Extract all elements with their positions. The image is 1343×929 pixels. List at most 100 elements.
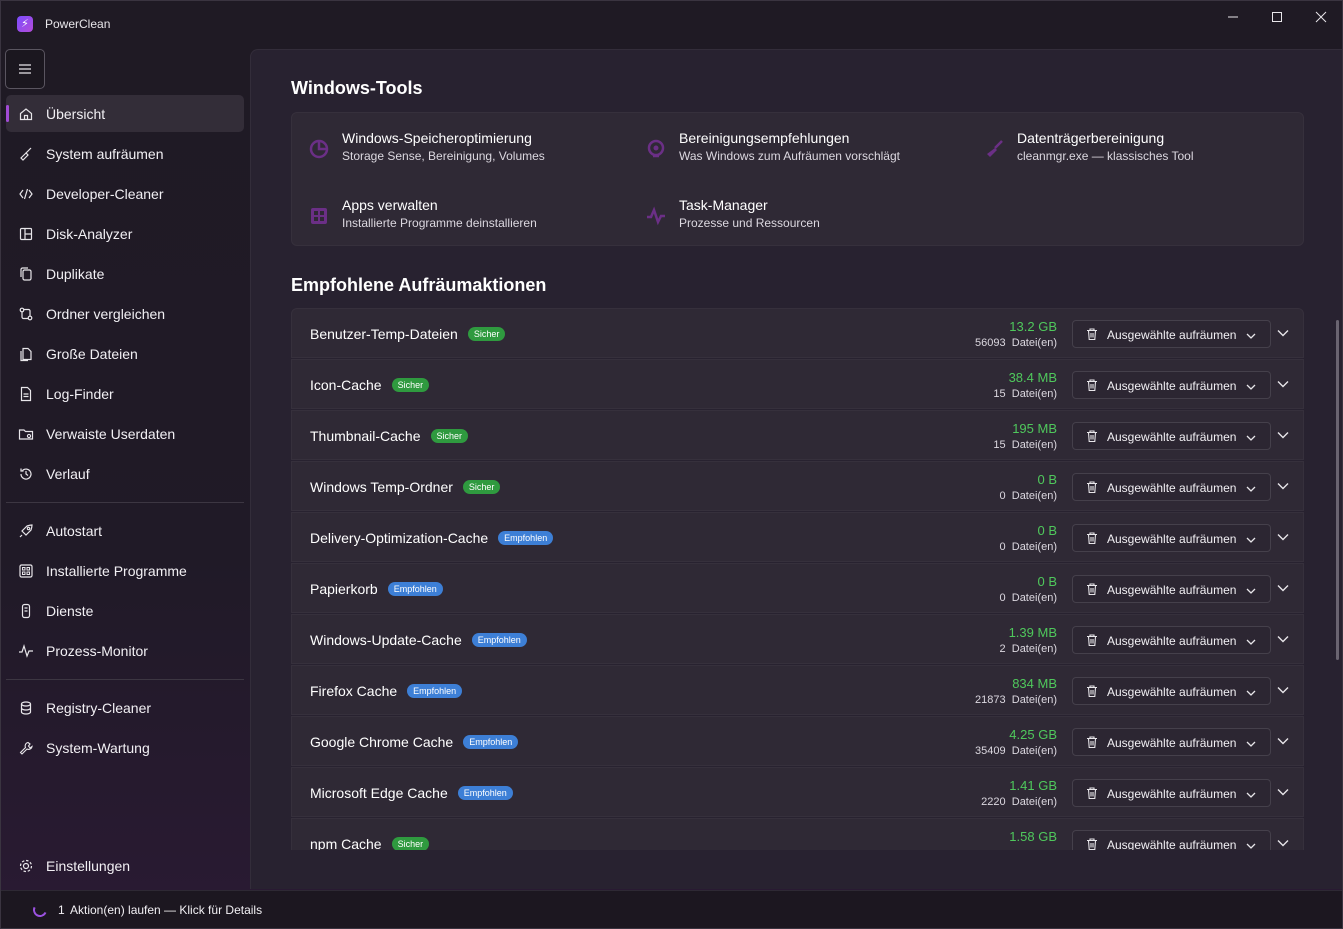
clean-selected-button[interactable]: Ausgewählte aufräumen — [1072, 320, 1271, 348]
clean-selected-button[interactable]: Ausgewählte aufräumen — [1072, 473, 1271, 501]
clean-selected-button[interactable]: Ausgewählte aufräumen — [1072, 677, 1271, 705]
cleanup-row[interactable]: Delivery-Optimization-Cache Empfohlen 0 B 0… — [291, 512, 1304, 562]
file-count-value: 21873 — [975, 694, 1006, 706]
chevron-down-icon[interactable] — [1245, 788, 1257, 806]
scrollbar[interactable] — [1336, 320, 1339, 660]
sidebar-item-label: Developer-Cleaner — [46, 185, 164, 202]
sidebar-item-grosse-dateien[interactable]: Große Dateien — [6, 335, 244, 372]
tool-broom[interactable]: Datenträgerbereinigung cleanmgr.exe — kla… — [983, 130, 1283, 170]
clean-selected-button[interactable]: Ausgewählte aufräumen — [1072, 575, 1271, 603]
cleanup-row[interactable]: Icon-Cache Sicher 38.4 MB 15 Datei(en) Ausge… — [291, 359, 1304, 409]
clean-selected-button[interactable]: Ausgewählte aufräumen — [1072, 371, 1271, 399]
expand-row-chevron-icon[interactable] — [1276, 530, 1290, 549]
cleanup-row-file-count: 35409 Datei(en) — [975, 745, 1057, 757]
database-icon — [18, 700, 34, 716]
sidebar-item-prozess-monitor[interactable]: Prozess-Monitor — [6, 632, 244, 669]
tool-pulse[interactable]: Task-Manager Prozesse und Ressourcen — [645, 197, 945, 237]
sidebar-item-developer-cleaner[interactable]: Developer-Cleaner — [6, 175, 244, 212]
sidebar-item-verlauf[interactable]: Verlauf — [6, 455, 244, 492]
expand-row-chevron-icon[interactable] — [1276, 479, 1290, 498]
cleanup-row[interactable]: Windows Temp-Ordner Sicher 0 B 0 Datei(en) A… — [291, 461, 1304, 511]
expand-row-chevron-icon[interactable] — [1276, 428, 1290, 447]
app-logo-icon: ⚡ — [17, 16, 33, 32]
cleanup-row[interactable]: Papierkorb Empfohlen 0 B 0 Datei(en) Ausgewä… — [291, 563, 1304, 613]
status-badge: Empfohlen — [407, 684, 463, 698]
cleanup-row-label: Google Chrome Cache — [310, 734, 454, 750]
expand-row-chevron-icon[interactable] — [1276, 683, 1290, 702]
cleanup-row[interactable]: npm Cache Sicher 1.58 GB Ausgewählte aufräu… — [291, 818, 1304, 850]
running-actions-text[interactable]: Aktion(en) laufen — Klick für Details — [70, 903, 262, 917]
tool-lightbulb[interactable]: Bereinigungsempfehlungen Was Windows zum … — [645, 130, 945, 170]
cleanup-actions-list[interactable]: Benutzer-Temp-Dateien Sicher 13.2 GB 56093 … — [291, 308, 1304, 850]
clean-selected-button[interactable]: Ausgewählte aufräumen — [1072, 626, 1271, 654]
expand-row-chevron-icon[interactable] — [1276, 632, 1290, 651]
sidebar-item-label: Verlauf — [46, 465, 90, 482]
close-button[interactable] — [1299, 1, 1343, 33]
sidebar-item-verwaiste-userdaten[interactable]: Verwaiste Userdaten — [6, 415, 244, 452]
sidebar-item-uebersicht[interactable]: Übersicht — [6, 95, 244, 132]
sidebar-item-duplikate[interactable]: Duplikate — [6, 255, 244, 292]
clean-selected-button[interactable]: Ausgewählte aufräumen — [1072, 728, 1271, 756]
cleanup-row-name: Windows-Update-Cache Empfohlen — [310, 632, 527, 648]
status-bar[interactable]: 1 Aktion(en) laufen — Klick für Details — [1, 890, 1342, 928]
sidebar-item-ordner-vergleichen[interactable]: Ordner vergleichen — [6, 295, 244, 332]
expand-row-chevron-icon[interactable] — [1276, 326, 1290, 345]
sidebar-item-label: Disk-Analyzer — [46, 225, 133, 242]
chevron-down-icon[interactable] — [1245, 584, 1257, 602]
file-count-value: 15 — [993, 388, 1006, 400]
clean-selected-button[interactable]: Ausgewählte aufräumen — [1072, 830, 1271, 850]
sidebar-item-disk-analyzer[interactable]: Disk-Analyzer — [6, 215, 244, 252]
trash-icon — [1085, 837, 1099, 850]
menu-toggle-button[interactable] — [5, 49, 45, 89]
file-count-suffix: Datei(en) — [1011, 745, 1057, 757]
cleanup-row-name: Papierkorb Empfohlen — [310, 581, 443, 597]
chevron-down-icon[interactable] — [1245, 482, 1257, 500]
chevron-down-icon[interactable] — [1245, 737, 1257, 755]
expand-row-chevron-icon[interactable] — [1276, 836, 1290, 850]
chevron-down-icon[interactable] — [1245, 431, 1257, 449]
section-title-tools: Windows-Tools — [291, 78, 423, 98]
cleanup-row-file-count: 0 Datei(en) — [1000, 490, 1058, 502]
sidebar-item-label: System-Wartung — [46, 739, 150, 756]
chevron-down-icon[interactable] — [1245, 686, 1257, 704]
sidebar-item-label: Dienste — [46, 602, 94, 619]
sidebar-item-log-finder[interactable]: Log-Finder — [6, 375, 244, 412]
sidebar-item-installierte-programme[interactable]: Installierte Programme — [6, 552, 244, 589]
cleanup-row-size: 0 B — [1037, 472, 1057, 487]
cleanup-row[interactable]: Firefox Cache Empfohlen 834 MB 21873 Datei(… — [291, 665, 1304, 715]
sidebar-item-system-aufraeumen[interactable]: System aufräumen — [6, 135, 244, 172]
cleanup-row-file-count: 15 Datei(en) — [993, 439, 1057, 451]
file-count-value: 2 — [999, 643, 1006, 655]
clean-selected-button[interactable]: Ausgewählte aufräumen — [1072, 422, 1271, 450]
status-badge: Empfohlen — [463, 735, 519, 749]
cleanup-row-label: Delivery-Optimization-Cache — [310, 530, 489, 546]
cleanup-row[interactable]: Google Chrome Cache Empfohlen 4.25 GB 35409… — [291, 716, 1304, 766]
chevron-down-icon[interactable] — [1245, 380, 1257, 398]
trash-icon — [1085, 480, 1099, 499]
chevron-down-icon[interactable] — [1245, 533, 1257, 551]
cleanup-row[interactable]: Microsoft Edge Cache Empfohlen 1.41 GB 2220… — [291, 767, 1304, 817]
cleanup-row[interactable]: Windows-Update-Cache Empfohlen 1.39 MB 2 Da… — [291, 614, 1304, 664]
sidebar-item-system-wartung[interactable]: System-Wartung — [6, 729, 244, 766]
sidebar-item-autostart[interactable]: Autostart — [6, 512, 244, 549]
sidebar-item-dienste[interactable]: Dienste — [6, 592, 244, 629]
chevron-down-icon[interactable] — [1245, 635, 1257, 653]
cleanup-row[interactable]: Thumbnail-Cache Sicher 195 MB 15 Datei(en) A… — [291, 410, 1304, 460]
cleanup-row[interactable]: Benutzer-Temp-Dateien Sicher 13.2 GB 56093 … — [291, 308, 1304, 358]
clean-selected-button[interactable]: Ausgewählte aufräumen — [1072, 524, 1271, 552]
clean-selected-button[interactable]: Ausgewählte aufräumen — [1072, 779, 1271, 807]
expand-row-chevron-icon[interactable] — [1276, 734, 1290, 753]
expand-row-chevron-icon[interactable] — [1276, 377, 1290, 396]
tool-pie-chart[interactable]: Windows-Speicheroptimierung Storage Sense… — [308, 130, 608, 170]
cleanup-row-size: 0 B — [1037, 523, 1057, 538]
expand-row-chevron-icon[interactable] — [1276, 581, 1290, 600]
minimize-button[interactable] — [1211, 1, 1255, 33]
maximize-button[interactable] — [1255, 1, 1299, 33]
sidebar-item-registry-cleaner[interactable]: Registry-Cleaner — [6, 689, 244, 726]
tool-apps[interactable]: Apps verwalten Installierte Programme dei… — [308, 197, 608, 237]
chevron-down-icon[interactable] — [1245, 839, 1257, 850]
chevron-down-icon[interactable] — [1245, 329, 1257, 347]
expand-row-chevron-icon[interactable] — [1276, 785, 1290, 804]
cleanup-row-name: Windows Temp-Ordner Sicher — [310, 479, 501, 495]
sidebar-item-einstellungen[interactable]: Einstellungen — [6, 847, 244, 884]
